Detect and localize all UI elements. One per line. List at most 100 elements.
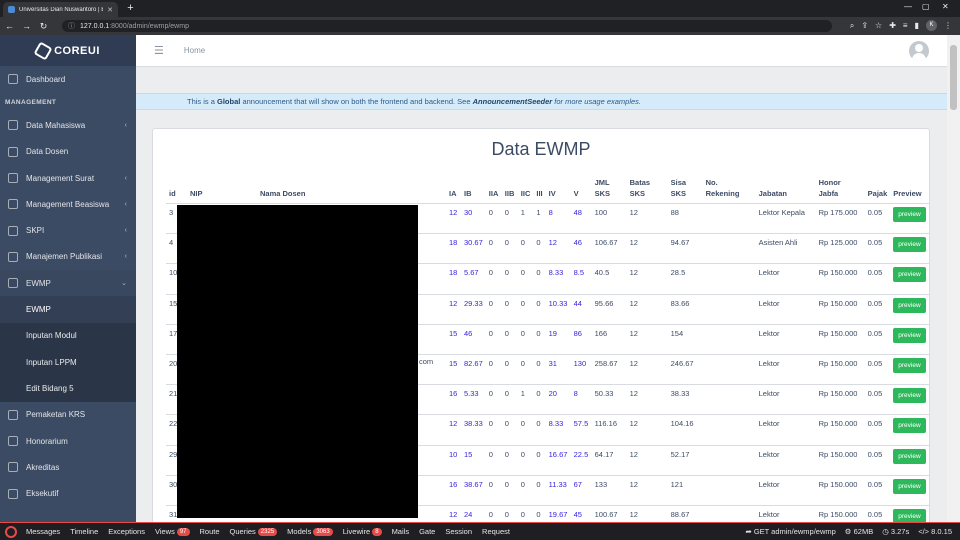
sidebar-item-skpi[interactable]: SKPI ‹ [0,217,136,243]
chevron-left-icon: ‹ [124,253,127,261]
profile-avatar[interactable]: K [926,20,937,31]
cell-jml: 116.16 [591,414,627,445]
preview-button[interactable]: preview [893,327,926,343]
cell-v: 8 [570,384,592,415]
cell-iia: 0 [485,504,502,522]
preview-button[interactable]: preview [893,448,926,464]
cell-jabatan: Lektor [755,323,816,355]
page-scrollbar[interactable] [947,35,960,522]
preview-button[interactable]: preview [893,237,926,253]
cell-iia: 0 [485,233,502,264]
cell-pajak: 0.05 [864,293,891,325]
sidebar-subitem-inputan-modul[interactable]: Inputan Modul [0,323,136,349]
browser-tab[interactable]: Universitas Dian Nuswantoro | EWMP ✕ [3,2,118,17]
chevron-left-icon: ‹ [124,121,127,129]
sidebar-item-akreditas[interactable]: Akreditas [0,454,136,480]
sidebar-item-ewmp[interactable]: EWMP ⌄ [0,270,136,297]
debugbar-memory[interactable]: ⚙ 62MB [845,527,873,536]
sidebar-item-pemaketan-krs[interactable]: Pemaketan KRS [0,402,136,428]
sidebar-item-management-surat[interactable]: Management Surat ‹ [0,165,136,191]
cell-ib: 38.33 [461,414,486,445]
tab-close-icon[interactable]: ✕ [107,6,113,14]
preview-button[interactable]: preview [893,267,926,283]
preview-button[interactable]: preview [893,418,926,434]
preview-button[interactable]: preview [893,508,926,522]
breadcrumb-home[interactable]: Home [184,46,205,55]
maximize-icon[interactable]: ▢ [922,2,930,11]
sidebar-item-management-beasiswa[interactable]: Management Beasiswa ‹ [0,191,136,217]
debugbar-logo-icon[interactable] [5,525,17,538]
time-text: 3.27s [890,527,910,536]
debugbar-tab-timeline[interactable]: Timeline [65,527,103,536]
scrollbar-thumb[interactable] [950,45,957,110]
cell-iib: 0 [501,444,518,476]
debugbar-tab-session[interactable]: Session [440,527,477,536]
sidebar-item-data-dosen[interactable]: Data Dosen [0,139,136,165]
preview-button[interactable]: preview [893,357,926,373]
debugbar-tab-views[interactable]: Views 97 [150,527,195,536]
sidebar-item-eksekutif[interactable]: Eksekutif [0,480,136,506]
new-tab-icon[interactable]: + [125,3,136,14]
debugbar-tab-queries[interactable]: Queries 2325 [225,527,283,536]
tab-title: Universitas Dian Nuswantoro | EWMP [19,6,103,13]
extensions-icon[interactable]: ✚ [889,21,896,30]
bookmark-star-icon[interactable]: ☆ [875,21,882,30]
address-bar[interactable]: ⓘ 127.0.0.1:8000/admin/ewmp/ewmp [62,20,832,32]
user-icon [8,146,18,157]
email-fragment: com [419,357,434,366]
cell-jml: 100 [591,202,627,234]
user-icon [8,488,18,499]
debugbar-tab-models[interactable]: Models 3063 [282,527,338,536]
debugbar-tab-mails[interactable]: Mails [387,527,415,536]
debugbar-tab-label: Request [482,527,510,536]
col-nama-dosen: Nama Dosen [257,177,446,204]
cell-iv: 19.67 [545,504,571,522]
debugbar-tab-request[interactable]: Request [477,527,515,536]
preview-button[interactable]: preview [893,478,926,494]
share-icon[interactable]: ⇪ [861,21,868,30]
user-avatar[interactable] [909,41,929,61]
sidebar-subitem-edit-bidang-5[interactable]: Edit Bidang 5 [0,375,136,401]
zoom-icon[interactable]: ⌕ [850,21,854,31]
site-info-icon[interactable]: ⓘ [68,21,75,31]
sidebar-item-dashboard[interactable]: Dashboard [0,66,136,92]
cell-iv: 11.33 [545,474,571,506]
debugbar-route[interactable]: ➦ GET admin/ewmp/ewmp [745,527,835,536]
chevron-left-icon: ‹ [124,174,127,182]
brand-logo[interactable]: COREUI [0,35,136,66]
sidebar-item-label: Management Surat [26,173,95,183]
minimize-icon[interactable]: — [904,2,912,11]
hamburger-menu-icon[interactable]: ☰ [154,44,164,57]
debugbar-tab-label: Models [287,527,312,536]
cell-iii: 0 [533,293,546,325]
reload-icon[interactable]: ↻ [36,21,51,32]
debugbar-time[interactable]: ◷ 3.27s [882,527,909,536]
debugbar-php-version[interactable]: </> 8.0.15 [918,527,952,536]
menu-kebab-icon[interactable]: ⋮ [944,21,952,30]
sidebar-item-label: Akreditas [26,462,60,472]
window-close-icon[interactable]: ✕ [942,2,949,11]
preview-button[interactable]: preview [893,207,926,222]
sidebar-subitem-ewmp[interactable]: EWMP [0,296,136,323]
debugbar-tab-messages[interactable]: Messages [21,527,65,536]
cell-honor: Rp 150.000 [815,293,865,325]
debugbar-tab-gate[interactable]: Gate [414,527,440,536]
browser-toolbar: ← → ↻ ⓘ 127.0.0.1:8000/admin/ewmp/ewmp ⌕… [0,17,960,35]
sidepanel-icon[interactable]: ▮ [915,21,919,30]
preview-button[interactable]: preview [893,388,926,404]
sidebar-item-data-mahasiswa[interactable]: Data Mahasiswa ‹ [0,112,136,138]
reading-list-icon[interactable]: ≡ [903,21,908,30]
debugbar-tab-livewire[interactable]: Livewire 8 [338,527,387,536]
debugbar-tab-route[interactable]: Route [195,527,225,536]
sidebar-item-honorarium[interactable]: Honorarium [0,428,136,454]
sidebar-item-manajemen-publikasi[interactable]: Manajemen Publikasi ‹ [0,244,136,270]
sidebar-subitem-inputan-lppm[interactable]: Inputan LPPM [0,349,136,375]
debugbar-tab-exceptions[interactable]: Exceptions [103,527,150,536]
sidebar-item-label: Honorarium [26,436,68,446]
debugbar-tab-label: Livewire [342,527,371,536]
back-icon[interactable]: ← [2,21,17,31]
preview-button[interactable]: preview [893,297,926,313]
cell-iia: 0 [485,323,502,355]
cell-ib: 38.67 [461,474,486,506]
forward-icon[interactable]: → [19,21,34,31]
